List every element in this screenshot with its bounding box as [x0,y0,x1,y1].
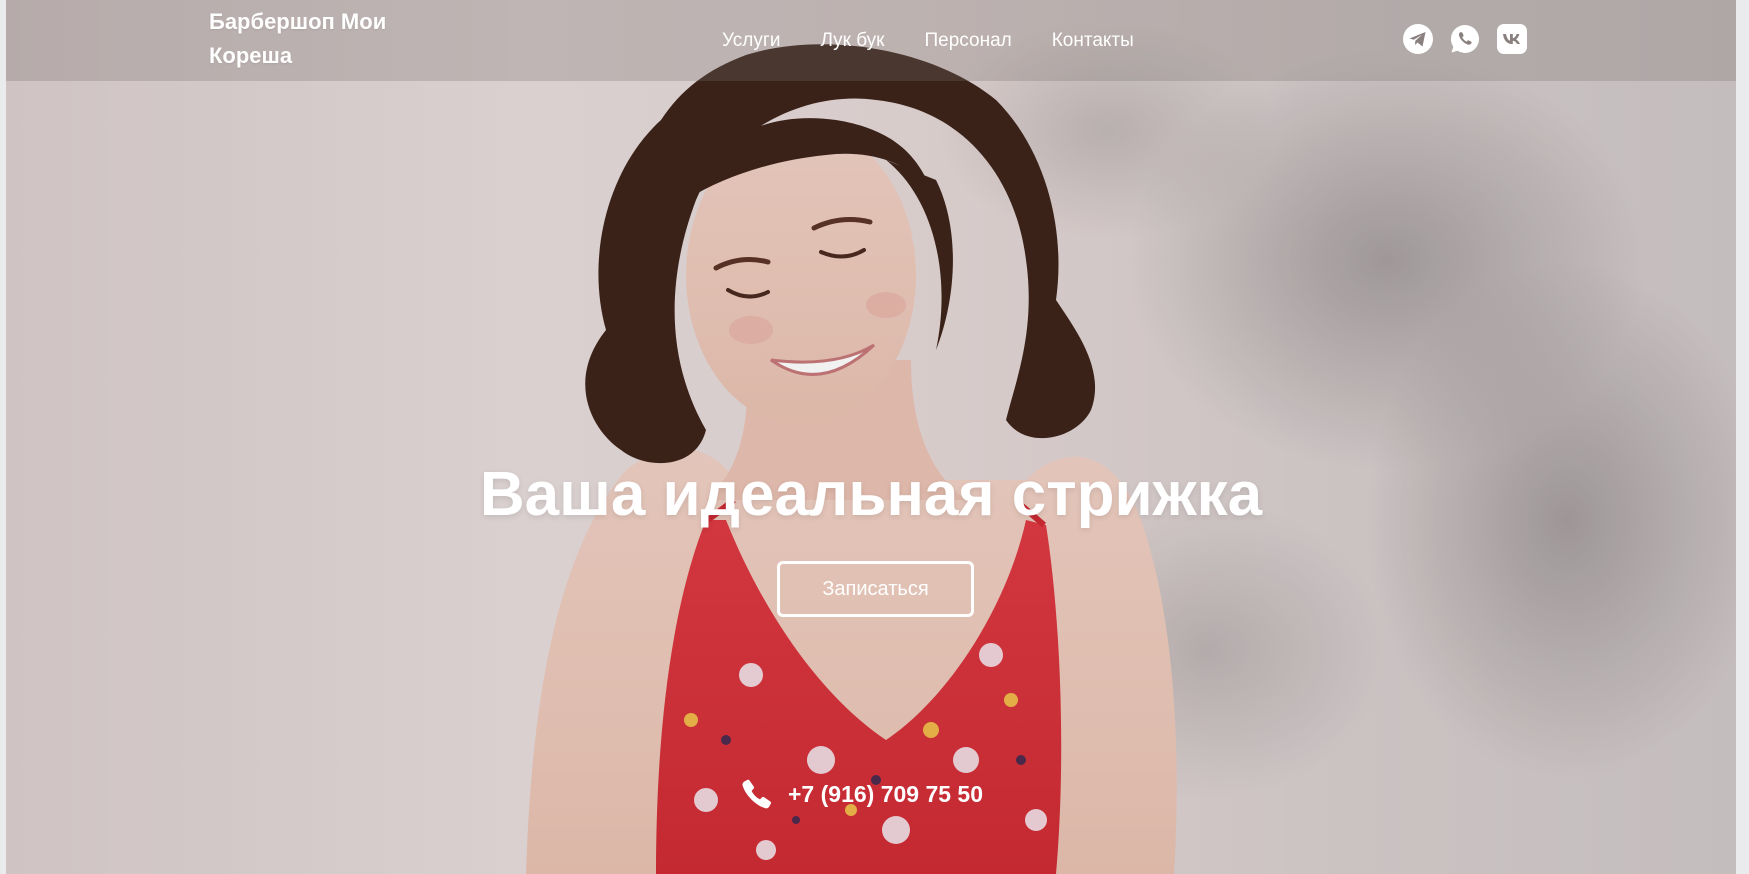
site-logo[interactable]: Барбершоп Мои Кореша [209,5,449,73]
social-links [1401,22,1529,56]
book-button[interactable]: Записаться [777,561,974,617]
phone-number: +7 (916) 709 75 50 [788,780,984,807]
main-nav: Услуги Лук бук Персонал Контакты [722,27,1134,55]
hero-title: Ваша идеальная стрижка [479,460,1263,529]
hero-overlay [6,0,1736,874]
vk-icon[interactable] [1495,22,1529,56]
page-edge [1736,0,1749,874]
hero-section: Барбершоп Мои Кореша Услуги Лук бук Перс… [6,0,1736,874]
page: Барбершоп Мои Кореша Услуги Лук бук Перс… [0,0,1749,874]
nav-item-staff[interactable]: Персонал [925,27,1012,55]
nav-item-contacts[interactable]: Контакты [1052,27,1134,55]
phone-icon [742,779,772,809]
site-header: Барбершоп Мои Кореша Услуги Лук бук Перс… [6,0,1736,81]
nav-item-lookbook[interactable]: Лук бук [820,27,884,55]
phone-link[interactable]: +7 (916) 709 75 50 [740,777,983,811]
nav-item-services[interactable]: Услуги [722,27,780,55]
whatsapp-icon[interactable] [1448,22,1482,56]
telegram-icon[interactable] [1401,22,1435,56]
